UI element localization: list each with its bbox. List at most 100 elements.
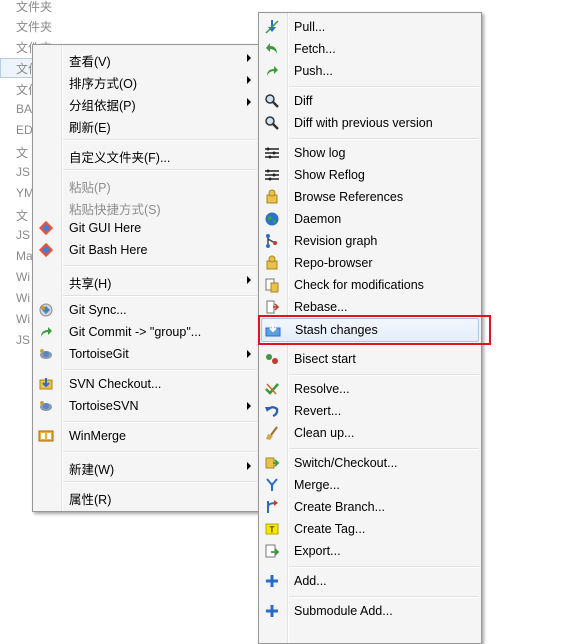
export-icon <box>264 543 280 559</box>
file-name[interactable]: BA <box>16 102 32 116</box>
menu-item-customize-folder[interactable]: 自定义文件夹(F)... <box>35 143 257 165</box>
repo-browser-icon <box>264 255 280 271</box>
menu-item-new[interactable]: 新建(W) <box>35 455 257 477</box>
menu-item-merge[interactable]: Merge... <box>261 474 479 496</box>
git-gui-icon <box>38 220 54 236</box>
menu-item-label: TortoiseSVN <box>69 399 139 413</box>
menu-item-label: Repo-browser <box>294 256 373 270</box>
menu-item-label: 排序方式(O) <box>69 77 138 91</box>
menu-separator <box>289 596 479 598</box>
menu-separator <box>63 481 257 483</box>
svg-text:T: T <box>269 526 275 535</box>
menu-item-add[interactable]: Add... <box>261 570 479 592</box>
file-name[interactable]: 文件夹 <box>16 18 52 35</box>
file-name[interactable]: Wi <box>16 270 30 284</box>
menu-item-refresh[interactable]: 刷新(E) <box>35 113 257 135</box>
menu-item-label: Rebase... <box>294 300 348 314</box>
file-name[interactable]: JS <box>16 228 30 242</box>
menu-item-git-bash[interactable]: Git Bash Here <box>35 239 257 261</box>
menu-item-git-sync[interactable]: Git Sync... <box>35 299 257 321</box>
menu-item-push[interactable]: Push... <box>261 60 479 82</box>
menu-item-export[interactable]: Export... <box>261 540 479 562</box>
menu-item-label: Check for modifications <box>294 278 424 292</box>
push-icon <box>264 63 280 79</box>
references-icon <box>264 189 280 205</box>
menu-item-create-tag[interactable]: T Create Tag... <box>261 518 479 540</box>
menu-item-label: Show Reflog <box>294 168 365 182</box>
menu-separator <box>63 451 257 453</box>
file-name[interactable]: JS <box>16 333 30 347</box>
menu-item-svn-checkout[interactable]: SVN Checkout... <box>35 373 257 395</box>
file-name[interactable]: 文件夹 <box>16 0 52 15</box>
menu-item-tortoisegit[interactable]: TortoiseGit <box>35 343 257 365</box>
menu-item-submodule-add[interactable]: Submodule Add... <box>261 600 479 622</box>
menu-item-group-by[interactable]: 分组依据(P) <box>35 91 257 113</box>
tortoisesvn-icon <box>38 398 54 414</box>
menu-item-create-branch[interactable]: Create Branch... <box>261 496 479 518</box>
submenu-arrow-icon <box>247 402 251 410</box>
menu-item-fetch[interactable]: Fetch... <box>261 38 479 60</box>
file-name[interactable]: ED <box>16 123 33 137</box>
menu-item-label: Diff with previous version <box>294 116 433 130</box>
file-name[interactable]: JS <box>16 165 30 179</box>
menu-item-label: TortoiseGit <box>69 347 129 361</box>
menu-item-paste[interactable]: 粘贴(P) <box>35 173 257 195</box>
highlight-box <box>258 315 491 345</box>
menu-separator <box>289 566 479 568</box>
svn-checkout-icon <box>38 376 54 392</box>
menu-item-resolve[interactable]: Resolve... <box>261 378 479 400</box>
menu-item-show-log[interactable]: Show log <box>261 142 479 164</box>
file-name[interactable]: Wi <box>16 312 30 326</box>
menu-item-diff-previous[interactable]: Diff with previous version <box>261 112 479 134</box>
submenu-arrow-icon <box>247 350 251 358</box>
submenu-arrow-icon <box>247 462 251 470</box>
menu-item-label: 粘贴快捷方式(S) <box>69 203 161 217</box>
menu-item-pull[interactable]: Pull... <box>261 16 479 38</box>
menu-item-git-commit[interactable]: Git Commit -> "group"... <box>35 321 257 343</box>
menu-separator <box>63 421 257 423</box>
menu-item-browse-references[interactable]: Browse References <box>261 186 479 208</box>
menu-item-label: 新建(W) <box>69 463 115 477</box>
revert-icon <box>264 403 280 419</box>
file-name[interactable]: Ma <box>16 249 33 263</box>
menu-item-label: Revert... <box>294 404 342 418</box>
git-bash-icon <box>38 242 54 258</box>
menu-item-switch-checkout[interactable]: Switch/Checkout... <box>261 452 479 474</box>
file-name[interactable]: 文 <box>16 207 28 224</box>
pull-icon <box>264 19 280 35</box>
rebase-icon <box>264 299 280 315</box>
menu-item-repo-browser[interactable]: Repo-browser <box>261 252 479 274</box>
menu-item-show-reflog[interactable]: Show Reflog <box>261 164 479 186</box>
menu-item-label: Resolve... <box>294 382 350 396</box>
menu-item-bisect-start[interactable]: Bisect start <box>261 348 479 370</box>
menu-item-check-modifications[interactable]: Check for modifications <box>261 274 479 296</box>
menu-item-winmerge[interactable]: WinMerge <box>35 425 257 447</box>
tortoisegit-icon <box>38 346 54 362</box>
menu-item-label: Push... <box>294 64 333 78</box>
menu-item-share[interactable]: 共享(H) <box>35 269 257 291</box>
menu-item-revision-graph[interactable]: Revision graph <box>261 230 479 252</box>
submenu-arrow-icon <box>247 76 251 84</box>
menu-item-clean-up[interactable]: Clean up... <box>261 422 479 444</box>
menu-item-diff[interactable]: Diff <box>261 90 479 112</box>
menu-item-properties[interactable]: 属性(R) <box>35 485 257 507</box>
menu-item-view[interactable]: 查看(V) <box>35 47 257 69</box>
menu-item-revert[interactable]: Revert... <box>261 400 479 422</box>
menu-item-label: Create Tag... <box>294 522 366 536</box>
menu-item-sort-by[interactable]: 排序方式(O) <box>35 69 257 91</box>
menu-separator <box>63 295 257 297</box>
menu-item-label: Submodule Add... <box>294 604 393 618</box>
menu-separator <box>289 138 479 140</box>
menu-item-label: Revision graph <box>294 234 378 248</box>
menu-item-label: 自定义文件夹(F)... <box>69 151 171 165</box>
menu-item-label: Git GUI Here <box>69 221 142 235</box>
file-name[interactable]: 文 <box>16 144 28 161</box>
globe-icon <box>264 211 280 227</box>
file-name[interactable]: Wi <box>16 291 30 305</box>
menu-item-label: Merge... <box>294 478 340 492</box>
menu-item-label: Pull... <box>294 20 326 34</box>
menu-item-tortoisesvn[interactable]: TortoiseSVN <box>35 395 257 417</box>
menu-item-git-gui[interactable]: Git GUI Here <box>35 217 257 239</box>
menu-item-paste-shortcut[interactable]: 粘贴快捷方式(S) <box>35 195 257 217</box>
menu-item-daemon[interactable]: Daemon <box>261 208 479 230</box>
